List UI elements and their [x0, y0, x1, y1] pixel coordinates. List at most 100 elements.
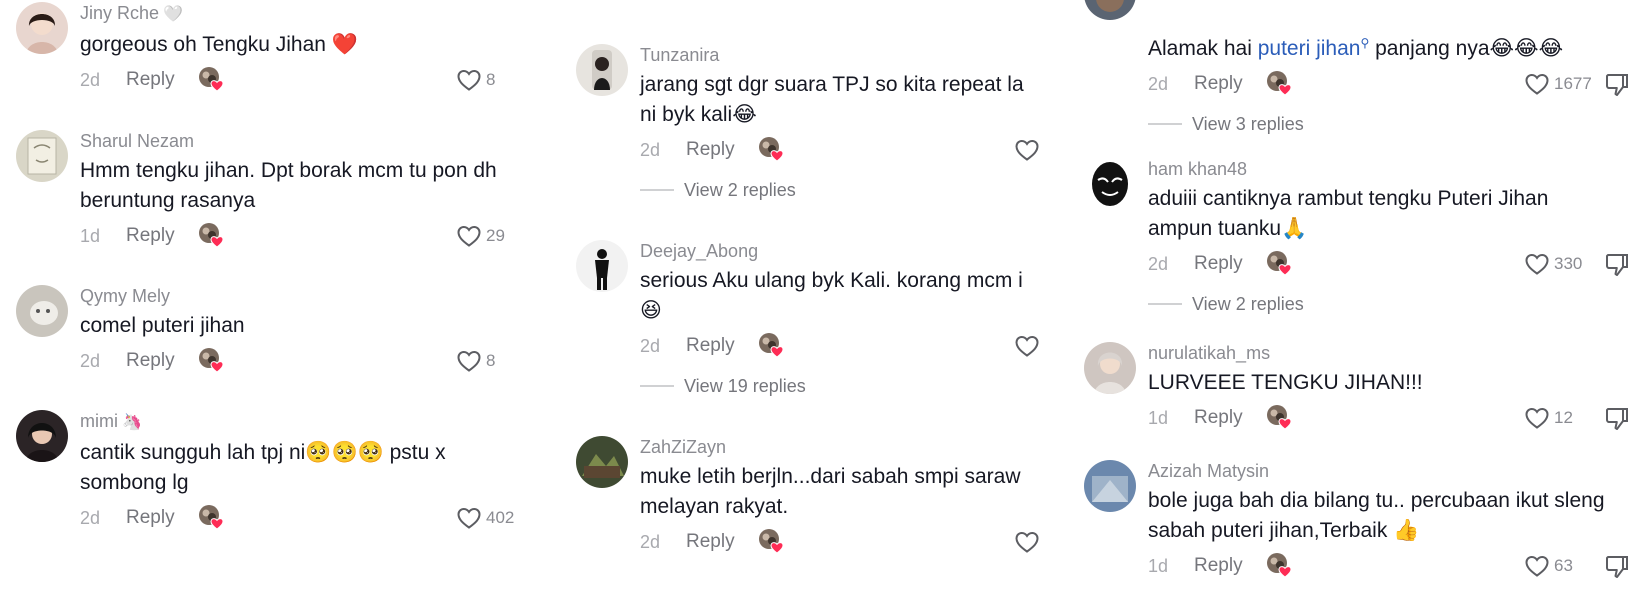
username[interactable]: nurulatikah_ms [1148, 342, 1640, 364]
username[interactable]: ZahZiZayn [640, 436, 1068, 458]
like-button[interactable]: 8 [456, 68, 495, 92]
username[interactable]: ham khan48 [1148, 158, 1640, 180]
reply-button[interactable]: Reply [1194, 73, 1243, 95]
like-button[interactable]: 12 [1524, 406, 1573, 430]
view-replies-button[interactable]: View 19 replies [640, 372, 1068, 400]
reply-button[interactable]: Reply [1194, 253, 1243, 275]
username[interactable]: Qymy Mely [80, 285, 560, 307]
comments-panel-left: Jiny Rche 🤍 gorgeous oh Tengku Jihan ❤️ 2… [0, 0, 560, 603]
heart-outline-icon [456, 506, 482, 530]
comment-time: 2d [80, 508, 101, 528]
comment-text: jarang sgt dgr suara TPJ so kita repeat … [640, 73, 1024, 126]
dislike-icon[interactable] [1604, 406, 1630, 432]
like-button[interactable] [1014, 138, 1040, 162]
creator-liked-icon [758, 332, 786, 358]
heart-outline-icon [1524, 406, 1550, 430]
search-icon[interactable]: ⚲ [1360, 36, 1369, 50]
view-replies-label: View 19 replies [684, 375, 806, 396]
comments-panel-middle: Tunzanira jarang sgt dgr suara TPJ so ki… [560, 0, 1068, 603]
dislike-icon[interactable] [1604, 554, 1630, 580]
comment-time: 2d [80, 70, 101, 90]
like-button[interactable] [1014, 334, 1040, 358]
avatar[interactable] [16, 130, 68, 182]
comment-text: comel puteri jihan [80, 314, 245, 337]
heart-outline-icon [456, 224, 482, 248]
username[interactable]: Tunzanira [640, 44, 1068, 66]
comment-time: 2d [640, 532, 661, 552]
avatar[interactable] [16, 285, 68, 337]
avatar[interactable] [1084, 0, 1136, 20]
like-button[interactable]: 1677 [1524, 72, 1592, 96]
view-replies-button[interactable]: View 2 replies [640, 176, 1068, 204]
avatar[interactable] [576, 240, 628, 292]
like-button[interactable] [1014, 530, 1040, 554]
comment-time: 1d [80, 226, 101, 246]
avatar[interactable] [16, 410, 68, 462]
creator-liked-icon [758, 136, 786, 162]
reply-button[interactable]: Reply [686, 531, 735, 553]
reply-button[interactable]: Reply [126, 69, 175, 91]
like-count: 8 [486, 351, 496, 370]
heart-outline-icon [1014, 530, 1040, 554]
creator-liked-icon [758, 528, 786, 554]
avatar[interactable] [576, 44, 628, 96]
avatar[interactable] [1084, 158, 1136, 210]
heart-outline-icon [1014, 334, 1040, 358]
reply-button[interactable]: Reply [126, 225, 175, 247]
avatar[interactable] [16, 2, 68, 54]
creator-liked-icon [1266, 552, 1294, 578]
like-button[interactable]: 402 [456, 506, 514, 530]
view-replies-label: View 2 replies [1192, 293, 1304, 314]
view-replies-button[interactable]: View 2 replies [1148, 290, 1640, 318]
comment-time: 2d [640, 140, 661, 160]
creator-liked-icon [198, 66, 226, 92]
comment-time: 1d [1148, 408, 1169, 428]
comment-text: cantik sungguh lah tpj ni🥺🥺🥺 pstu x somb… [80, 441, 446, 494]
username-emoji: 🤍 [163, 6, 183, 23]
comment-time: 1d [1148, 556, 1169, 576]
comment-text: Alamak hai puteri jihan⚲ panjang nya😂😂😂 [1148, 36, 1564, 60]
creator-liked-icon [198, 222, 226, 248]
reply-button[interactable]: Reply [1194, 407, 1243, 429]
reply-button[interactable]: Reply [126, 350, 175, 372]
reply-button[interactable]: Reply [686, 139, 735, 161]
username[interactable]: Sharul Nezam [80, 130, 560, 152]
like-count: 12 [1554, 408, 1573, 427]
dislike-icon[interactable] [1604, 252, 1630, 278]
like-button[interactable]: 29 [456, 224, 505, 248]
like-button[interactable]: 63 [1524, 554, 1573, 578]
like-count: 330 [1554, 254, 1583, 273]
mention-link[interactable]: puteri jihan [1258, 37, 1361, 60]
comment-time: 2d [80, 351, 101, 371]
comment-text: aduiii cantiknya rambut tengku Puteri Ji… [1148, 187, 1549, 240]
comment-time: 2d [640, 336, 661, 356]
view-replies-label: View 3 replies [1192, 113, 1304, 134]
view-replies-button[interactable]: View 3 replies [1148, 110, 1640, 138]
creator-liked-icon [1266, 250, 1294, 276]
avatar[interactable] [1084, 460, 1136, 512]
reply-button[interactable]: Reply [126, 507, 175, 529]
heart-outline-icon [1524, 554, 1550, 578]
divider [640, 385, 674, 387]
reply-button[interactable]: Reply [686, 335, 735, 357]
dislike-icon[interactable] [1604, 72, 1630, 98]
comment-text: serious Aku ulang byk Kali. korang mcm i… [640, 269, 1023, 322]
heart-outline-icon [1524, 252, 1550, 276]
like-button[interactable]: 330 [1524, 252, 1582, 276]
username[interactable]: Deejay_Abong [640, 240, 1068, 262]
username[interactable]: mimi 🦄 [80, 410, 560, 434]
like-count: 29 [486, 226, 505, 245]
divider [1148, 123, 1182, 125]
comment-text: LURVEEE TENGKU JIHAN!!! [1148, 371, 1423, 394]
username[interactable]: Jiny Rche 🤍 [80, 2, 560, 26]
like-button[interactable]: 8 [456, 349, 495, 373]
like-count: 402 [486, 508, 515, 527]
like-count: 8 [486, 70, 496, 89]
avatar[interactable] [576, 436, 628, 488]
username[interactable]: Azizah Matysin [1148, 460, 1640, 482]
heart-outline-icon [456, 68, 482, 92]
divider [640, 189, 674, 191]
creator-liked-icon [198, 504, 226, 530]
reply-button[interactable]: Reply [1194, 555, 1243, 577]
avatar[interactable] [1084, 342, 1136, 394]
